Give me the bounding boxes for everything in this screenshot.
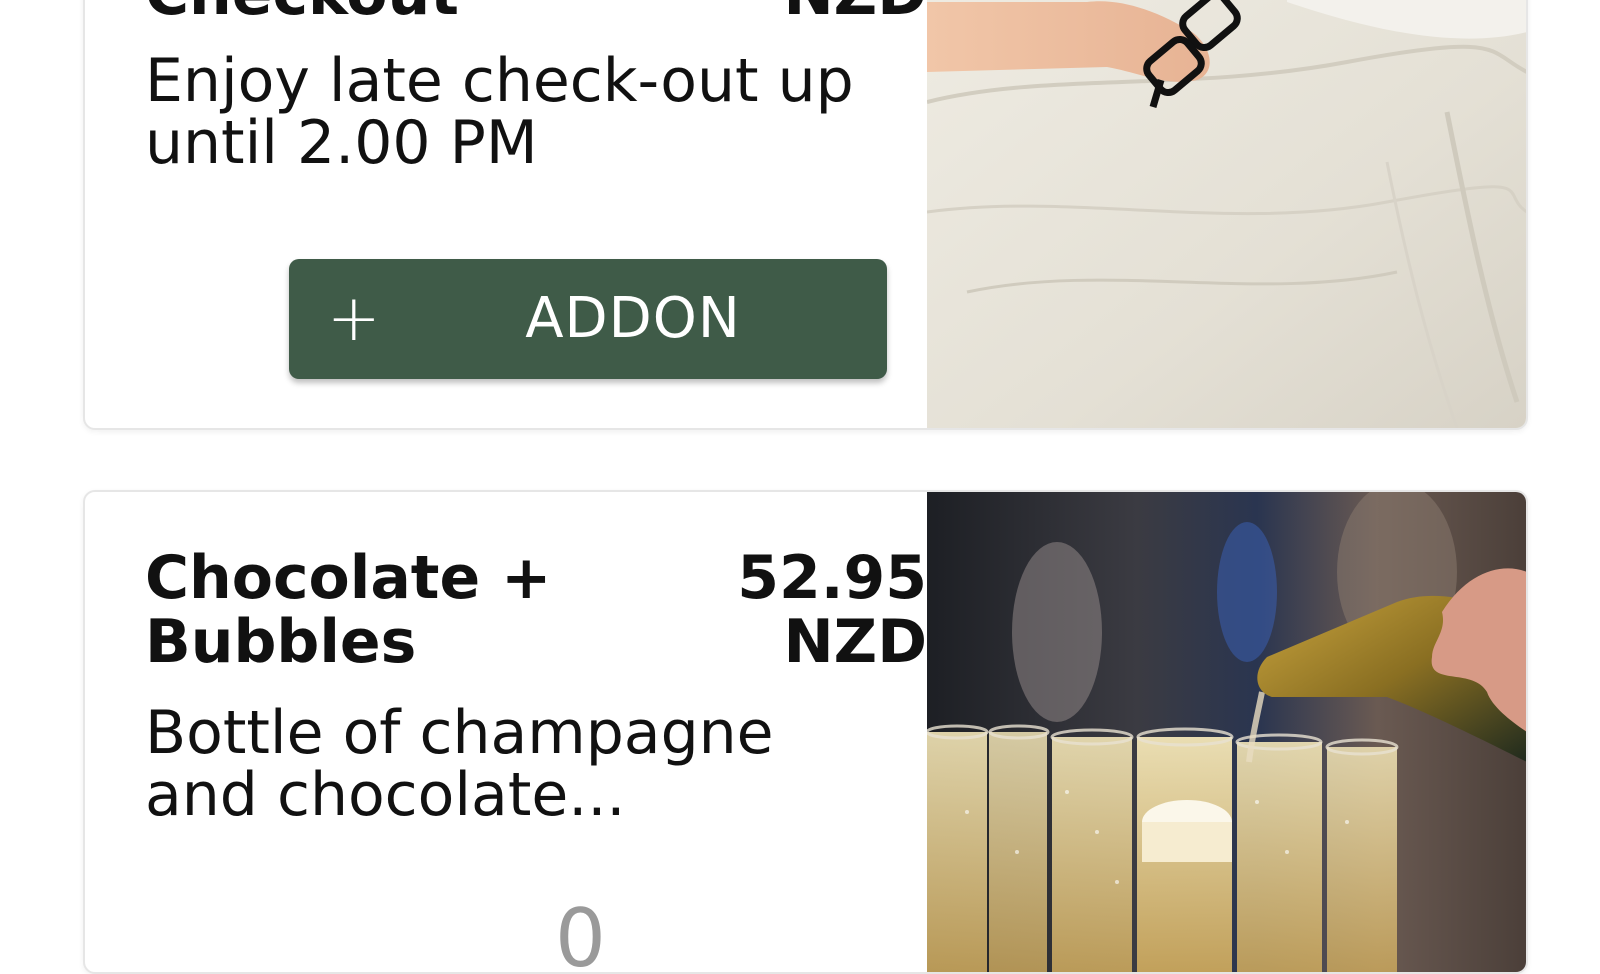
card-body: Checkout NZD Enjoy late check-out up unt… <box>85 0 927 428</box>
addon-card-chocolate-bubbles: Chocolate + Bubbles 52.95 NZD Bottle of … <box>83 490 1528 974</box>
price-amount: 52.95 <box>737 543 927 613</box>
card-description: Enjoy late check-out up until 2.00 PM <box>145 46 854 178</box>
card-title: Chocolate + Bubbles <box>145 543 552 677</box>
card-body: Chocolate + Bubbles 52.95 NZD Bottle of … <box>85 492 927 972</box>
champagne-image <box>927 492 1526 972</box>
card-price-currency: NZD <box>667 0 927 26</box>
price-currency: NZD <box>783 607 927 677</box>
card-price: 52.95 NZD <box>667 546 927 674</box>
addon-button[interactable]: + ADDON <box>289 259 887 379</box>
bed-glasses-image <box>927 0 1526 428</box>
addon-card-late-checkout: Checkout NZD Enjoy late check-out up unt… <box>83 0 1528 430</box>
card-description: Bottle of champagne and chocolate... <box>145 698 774 830</box>
quantity-stepper[interactable]: 0 <box>555 892 606 972</box>
addon-button-label: ADDON <box>525 286 741 351</box>
card-title: Checkout <box>145 0 615 26</box>
